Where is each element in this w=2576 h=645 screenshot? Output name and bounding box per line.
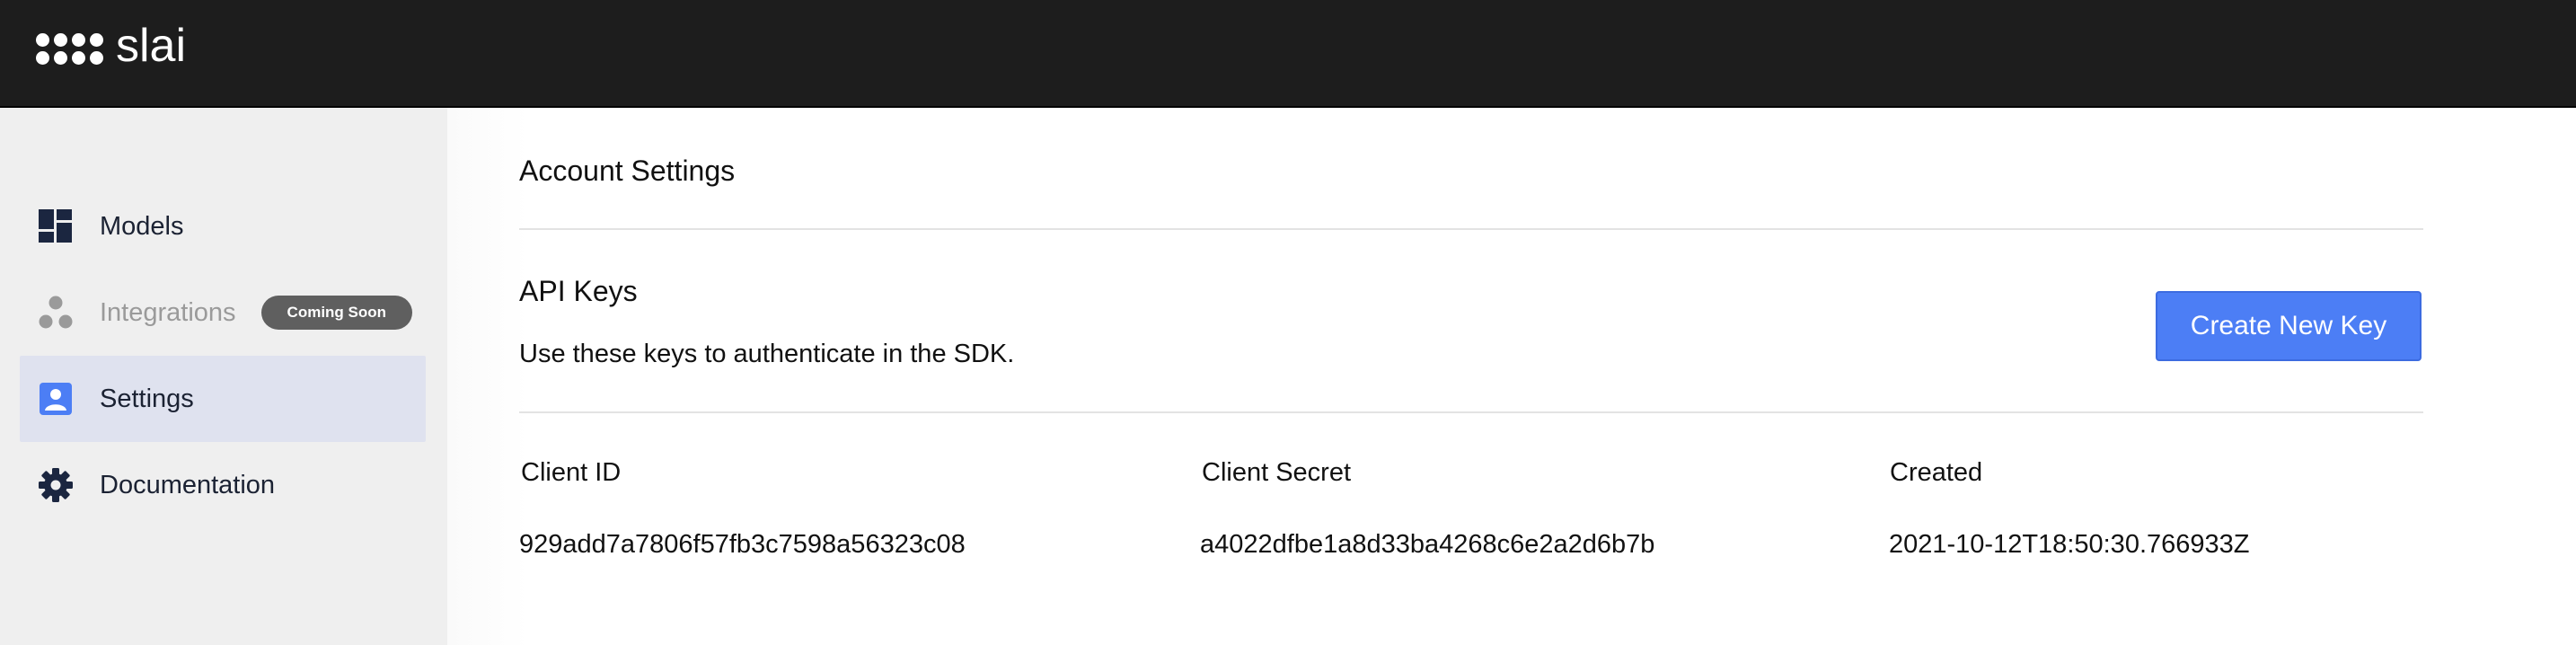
coming-soon-badge: Coming Soon (260, 296, 413, 330)
top-bar: slai (0, 0, 2576, 108)
column-header: Client ID (521, 458, 622, 487)
sidebar-item-integrations[interactable]: Integrations Coming Soon (20, 269, 426, 356)
gear-icon (38, 467, 74, 503)
account-box-icon (38, 381, 74, 417)
client-id-cell[interactable]: 929add7a7806f57fb3c7598a56323c08 (519, 530, 966, 560)
sidebar-item-label: Models (100, 211, 184, 241)
column-header: Created (1890, 458, 1983, 487)
client-secret-cell[interactable]: a4022dfbe1a8d33ba4268c6e2a2d6b7b (1200, 530, 1654, 560)
create-new-key-button[interactable]: Create New Key (2156, 291, 2422, 361)
main-content: Account Settings API Keys Use these keys… (447, 108, 2576, 645)
logo-text: slai (116, 20, 187, 72)
column-header: Client Secret (1202, 458, 1352, 487)
logo[interactable]: slai (36, 20, 187, 72)
section-title: API Keys (519, 275, 638, 307)
sidebar-item-settings[interactable]: Settings (20, 356, 426, 442)
sidebar: Models Integrations Coming Soon Settings (0, 108, 447, 645)
sidebar-item-label: Integrations (100, 297, 236, 327)
divider (519, 228, 2423, 230)
divider (519, 411, 2423, 413)
integrations-icon (38, 295, 74, 331)
section-description: Use these keys to authenticate in the SD… (519, 340, 1015, 368)
logo-dots-icon (36, 32, 103, 65)
sidebar-item-documentation[interactable]: Documentation (20, 442, 426, 528)
sidebar-item-label: Settings (100, 384, 194, 413)
created-cell: 2021-10-12T18:50:30.766933Z (1889, 530, 2250, 559)
page-title: Account Settings (519, 155, 736, 187)
sidebar-item-models[interactable]: Models (20, 183, 426, 269)
dashboard-icon (38, 208, 74, 244)
sidebar-item-label: Documentation (100, 470, 276, 499)
